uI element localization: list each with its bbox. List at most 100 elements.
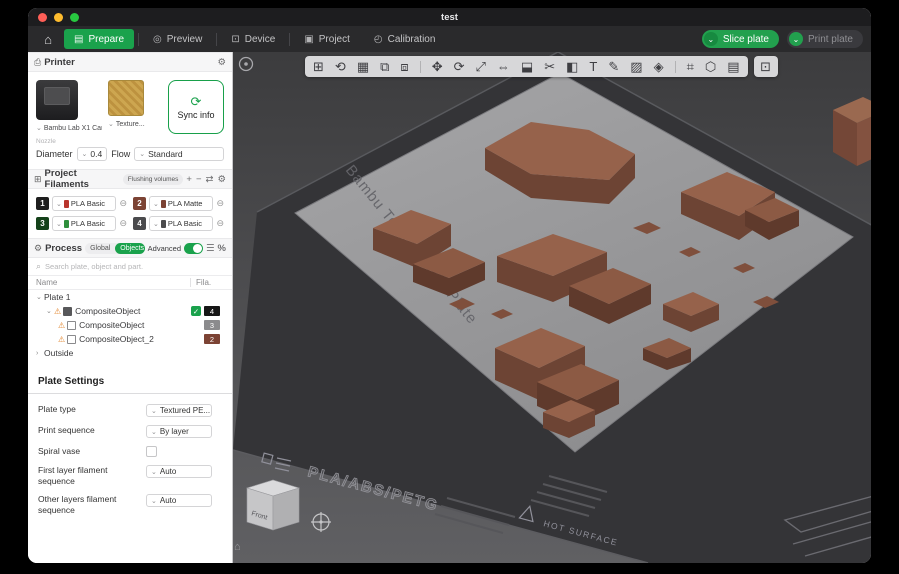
tab-preview-label: Preview bbox=[167, 34, 203, 45]
sync-filament-icon[interactable]: ⇄ bbox=[206, 174, 214, 185]
filament-edit-icon[interactable]: ⊖ bbox=[119, 218, 127, 229]
tree-row-composite-child-2[interactable]: ⚠ CompositeObject_2 2 bbox=[28, 332, 232, 346]
tree-row-composite-parent[interactable]: ⌄ ⚠ CompositeObject ✓ 4 bbox=[28, 304, 232, 318]
viewport-3d[interactable]: PLA/ABS/PETG HOT SURFACE bbox=[233, 52, 871, 563]
part-cube-icon bbox=[67, 335, 76, 344]
filament-edit-icon[interactable]: ⊖ bbox=[119, 198, 127, 209]
tab-device[interactable]: ⊡ Device bbox=[221, 29, 285, 49]
support-painting-icon[interactable]: ▨ bbox=[630, 60, 642, 73]
filament-index-badge[interactable]: 4 bbox=[133, 217, 146, 230]
add-plate-icon[interactable]: ⊞ bbox=[313, 60, 324, 73]
filament-index-badge[interactable]: 3 bbox=[36, 217, 49, 230]
tree-label: CompositeObject bbox=[79, 320, 188, 330]
mirror-icon[interactable]: ⇔ bbox=[497, 60, 510, 73]
print-sequence-select[interactable]: ⌄ By layer bbox=[146, 425, 212, 438]
home-button[interactable]: ⌂ bbox=[36, 29, 60, 49]
printer-icon: ⎙ bbox=[34, 57, 41, 68]
filament-index-badge[interactable]: 2 bbox=[133, 197, 146, 210]
printer-name-select[interactable]: ⌄ Bambu Lab X1 Carbon bbox=[36, 124, 102, 132]
variable-layer-height-icon[interactable]: ▤ bbox=[727, 60, 739, 73]
print-enable-checkbox[interactable]: ✓ bbox=[191, 306, 201, 316]
close-button[interactable] bbox=[38, 13, 47, 22]
print-dropdown-icon[interactable]: ⌄ bbox=[789, 32, 803, 46]
filament-name: PLA Matte bbox=[168, 199, 203, 208]
first-layer-sequence-select[interactable]: ⌄ Auto bbox=[146, 465, 212, 478]
tab-calibration[interactable]: ◴ Calibration bbox=[364, 29, 446, 49]
filament-edit-icon[interactable]: ⊖ bbox=[216, 218, 224, 229]
process-list-icon[interactable]: ☰ bbox=[206, 243, 215, 254]
auto-orient-icon[interactable]: ⟲ bbox=[335, 60, 346, 73]
object-tree: ⌄ Plate 1 ⌄ ⚠ CompositeObject ✓ 4 ⚠ Comp bbox=[28, 290, 232, 360]
scope-objects[interactable]: Objects bbox=[115, 243, 144, 254]
filament-select-1[interactable]: ⌄ PLA Basic bbox=[52, 196, 116, 211]
toolbar-separator bbox=[420, 61, 421, 73]
plate-type-select[interactable]: ⌄ Textured PE... bbox=[146, 404, 212, 417]
filament-badge[interactable]: 4 bbox=[204, 306, 220, 316]
tree-row-outside[interactable]: › Outside bbox=[28, 346, 232, 360]
filament-color-chip bbox=[161, 200, 166, 208]
flow-select[interactable]: ⌄ Standard bbox=[134, 147, 224, 161]
sync-info-button[interactable]: ⟳ Sync info bbox=[168, 80, 224, 134]
slice-plate-button[interactable]: ⌄ Slice plate bbox=[702, 30, 779, 48]
measure-icon[interactable]: ⌗ bbox=[687, 60, 694, 73]
tab-project[interactable]: ▣ Project bbox=[294, 29, 360, 49]
filament-badge[interactable]: 2 bbox=[204, 334, 220, 344]
add-filament-icon[interactable]: + bbox=[186, 174, 192, 185]
plate-type-label: Plate type bbox=[38, 404, 146, 415]
other-layers-sequence-select[interactable]: ⌄ Auto bbox=[146, 494, 212, 507]
color-painting-icon[interactable]: ✎ bbox=[608, 60, 619, 73]
plate-type-value: Textured PE... bbox=[160, 406, 210, 415]
remove-filament-icon[interactable]: − bbox=[196, 174, 202, 185]
print-plate-button[interactable]: ⌄ Print plate bbox=[787, 30, 863, 48]
filament-select-3[interactable]: ⌄ PLA Basic bbox=[52, 216, 116, 231]
object-search[interactable]: ⌕ bbox=[28, 258, 232, 276]
advanced-toggle[interactable] bbox=[184, 243, 203, 254]
rotate-icon[interactable]: ⟳ bbox=[454, 60, 465, 73]
scope-toggle[interactable]: Global Objects bbox=[85, 243, 145, 254]
arrange-icon[interactable]: ▦ bbox=[357, 60, 369, 73]
flushing-volumes-button[interactable]: Flushing volumes bbox=[123, 174, 184, 185]
split-view-icon[interactable]: ⊡ bbox=[754, 56, 778, 77]
chevron-down-icon: ⌄ bbox=[139, 150, 145, 158]
diameter-select[interactable]: ⌄ 0.4 bbox=[77, 147, 108, 161]
scale-icon[interactable]: ⤢ bbox=[476, 60, 486, 73]
maximize-button[interactable] bbox=[70, 13, 79, 22]
expander-icon[interactable]: › bbox=[36, 350, 44, 357]
split-to-parts-icon[interactable]: ⧈ bbox=[400, 60, 408, 73]
tree-row-plate[interactable]: ⌄ Plate 1 bbox=[28, 290, 232, 304]
tree-label: Plate 1 bbox=[44, 292, 224, 302]
filament-index-badge[interactable]: 1 bbox=[36, 197, 49, 210]
orientation-cube[interactable]: Front bbox=[247, 480, 299, 530]
chevron-down-icon: ⌄ bbox=[56, 220, 62, 228]
tab-prepare[interactable]: ▤ Prepare bbox=[64, 29, 134, 49]
text-tool-icon[interactable]: T bbox=[589, 60, 597, 73]
filament-edit-icon[interactable]: ⊖ bbox=[216, 198, 224, 209]
titlebar[interactable]: test bbox=[28, 8, 871, 26]
split-to-objects-icon[interactable]: ⧉ bbox=[380, 60, 389, 73]
filament-select-2[interactable]: ⌄ PLA Matte bbox=[149, 196, 213, 211]
warning-icon: ⚠ bbox=[58, 321, 65, 330]
home-view-icon[interactable]: ⌂ bbox=[234, 541, 241, 553]
printer-settings-icon[interactable]: ⚙ bbox=[217, 57, 226, 68]
chevron-down-icon: ⌄ bbox=[108, 120, 114, 128]
move-icon[interactable]: ✥ bbox=[432, 60, 443, 73]
assembly-view-icon[interactable]: ⬡ bbox=[705, 60, 716, 73]
cut-icon[interactable]: ✂ bbox=[544, 60, 555, 73]
filament-select-4[interactable]: ⌄ PLA Basic bbox=[149, 216, 213, 231]
lay-on-face-icon[interactable]: ⬓ bbox=[521, 60, 533, 73]
filament-badge[interactable]: 3 bbox=[204, 320, 220, 330]
plate-type-mini-select[interactable]: ⌄ Texture... bbox=[108, 120, 145, 128]
tree-row-composite-child-1[interactable]: ⚠ CompositeObject 3 bbox=[28, 318, 232, 332]
filament-settings-icon[interactable]: ⚙ bbox=[217, 174, 226, 185]
flushing-ratio-icon[interactable]: % bbox=[218, 243, 226, 254]
search-input[interactable] bbox=[45, 262, 224, 271]
expander-icon[interactable]: ⌄ bbox=[36, 293, 44, 301]
expander-icon[interactable]: ⌄ bbox=[46, 307, 54, 315]
slice-dropdown-icon[interactable]: ⌄ bbox=[704, 32, 718, 46]
seam-painting-icon[interactable]: ◈ bbox=[654, 60, 664, 73]
spiral-vase-checkbox[interactable] bbox=[146, 446, 157, 457]
tab-preview[interactable]: ◎ Preview bbox=[143, 29, 212, 49]
fill-color-icon[interactable]: ◧ bbox=[566, 60, 578, 73]
minimize-button[interactable] bbox=[54, 13, 63, 22]
scope-global[interactable]: Global bbox=[85, 243, 115, 254]
